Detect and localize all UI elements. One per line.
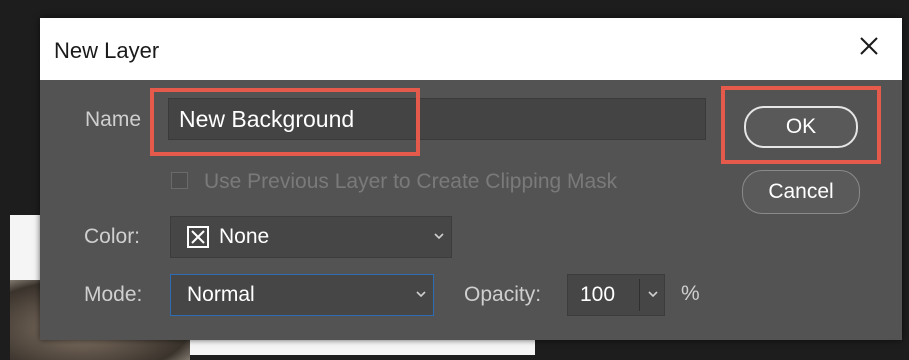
- color-label: Color:: [84, 225, 141, 248]
- new-layer-dialog: New Layer Name New Background OK Cancel …: [40, 18, 902, 340]
- mode-value: Normal: [187, 283, 255, 306]
- close-icon[interactable]: [854, 31, 884, 61]
- dialog-title: New Layer: [54, 38, 160, 63]
- color-select[interactable]: None: [170, 216, 452, 258]
- opacity-select[interactable]: 100: [567, 274, 665, 316]
- name-label: Name: [85, 108, 142, 131]
- opacity-value: 100: [580, 283, 616, 306]
- clipping-mask-checkbox[interactable]: [171, 172, 188, 189]
- clipping-mask-label: Use Previous Layer to Create Clipping Ma…: [204, 170, 618, 193]
- mode-label: Mode:: [84, 283, 143, 306]
- chevron-down-icon[interactable]: [647, 290, 659, 298]
- chevron-down-icon: [416, 291, 426, 298]
- mode-select[interactable]: Normal: [170, 274, 434, 316]
- opacity-divider: [639, 279, 640, 311]
- x-box-icon: [187, 226, 209, 248]
- layer-name-input[interactable]: New Background: [168, 98, 706, 140]
- cancel-button[interactable]: Cancel: [742, 170, 860, 214]
- opacity-unit: %: [681, 282, 700, 305]
- color-value: None: [219, 225, 270, 248]
- dialog-titlebar: New Layer: [40, 18, 902, 80]
- opacity-label: Opacity:: [464, 283, 542, 306]
- chevron-down-icon: [434, 233, 444, 240]
- ok-button[interactable]: OK: [744, 106, 858, 148]
